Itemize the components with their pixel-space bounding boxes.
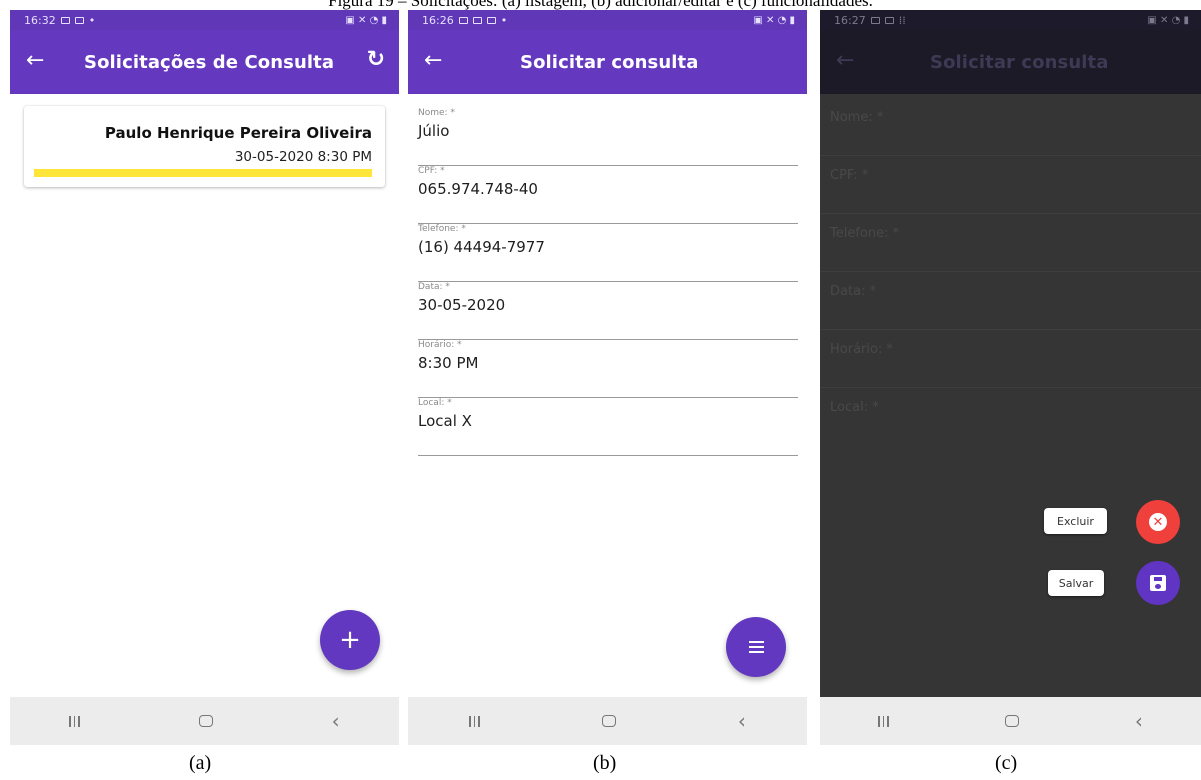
- system-nav-bar: ‹: [820, 697, 1201, 745]
- delete-label[interactable]: Excluir: [1044, 508, 1107, 534]
- back-arrow-icon[interactable]: ←: [424, 48, 442, 74]
- time-field[interactable]: Horário: * 8:30 PM: [418, 340, 798, 398]
- location-field: Local: *: [820, 388, 1201, 446]
- system-icons: ▣ ✕ ◔ ▮: [753, 14, 795, 26]
- name-field[interactable]: Nome: * Júlio: [418, 108, 798, 166]
- dot-icon: •: [500, 13, 508, 27]
- recent-apps-icon[interactable]: [878, 715, 889, 727]
- caption-c: (c): [995, 752, 1018, 774]
- field-label: Nome: *: [830, 110, 884, 125]
- appointment-datetime: 30-05-2020 8:30 PM: [234, 149, 372, 165]
- notification-icon: [884, 16, 894, 24]
- field-label: Telefone: *: [830, 226, 900, 241]
- field-label: Local: *: [830, 400, 879, 415]
- home-icon[interactable]: [601, 715, 616, 727]
- field-label: Data: *: [830, 284, 877, 299]
- caption-a: (a): [189, 752, 212, 774]
- field-label: CPF: *: [418, 166, 445, 176]
- notification-icon: [74, 16, 84, 24]
- field-label: Horário: *: [418, 340, 462, 350]
- add-button[interactable]: +: [320, 610, 380, 670]
- status-bar: 16:26 • ▣ ✕ ◔ ▮: [408, 10, 807, 30]
- system-nav-bar: ‹: [10, 697, 399, 745]
- home-icon[interactable]: [1004, 715, 1019, 727]
- location-field[interactable]: Local: * Local X: [418, 398, 798, 456]
- field-value: 065.974.748-40: [418, 180, 538, 198]
- notification-icon: [458, 16, 468, 24]
- caption-b: (b): [593, 752, 617, 774]
- field-value: (16) 44494-7977: [418, 238, 545, 256]
- date-field[interactable]: Data: * 30-05-2020: [418, 282, 798, 340]
- phone-field[interactable]: Telefone: * (16) 44494-7977: [418, 224, 798, 282]
- phone-screen-form: 16:26 • ▣ ✕ ◔ ▮ ← Solicitar consulta Nom…: [408, 10, 807, 745]
- appointment-card[interactable]: Paulo Henrique Pereira Oliveira 30-05-20…: [24, 106, 385, 187]
- back-arrow-icon: ←: [836, 48, 855, 73]
- actions-menu-button[interactable]: [726, 617, 786, 677]
- status-time: 16:27: [834, 13, 866, 27]
- date-field: Data: *: [820, 272, 1201, 330]
- phone-screen-actions: 16:27 ⁞⁞ ▣ ✕ ◔ ▮ ← Solicitar consulta No…: [820, 10, 1201, 745]
- field-value: Júlio: [418, 122, 450, 140]
- save-button[interactable]: [1136, 561, 1180, 605]
- status-time: 16:32: [24, 13, 56, 27]
- field-label: Data: *: [418, 282, 450, 292]
- field-label: Telefone: *: [418, 224, 466, 234]
- page-title: Solicitações de Consulta: [84, 51, 335, 73]
- system-icons: ▣ ✕ ◔ ▮: [345, 14, 387, 26]
- dot-icon: •: [88, 13, 96, 27]
- field-label: Horário: *: [830, 342, 893, 357]
- system-nav-bar: ‹: [408, 697, 807, 745]
- field-label: Local: *: [418, 398, 452, 408]
- field-label: Nome: *: [418, 108, 455, 118]
- time-field: Horário: *: [820, 330, 1201, 388]
- nav-back-icon[interactable]: ‹: [738, 709, 746, 733]
- system-icons: ▣ ✕ ◔ ▮: [1147, 14, 1189, 26]
- phone-screen-list: 16:32 • ▣ ✕ ◔ ▮ ← Solicitações de Consul…: [10, 10, 399, 745]
- refresh-icon[interactable]: ↻: [367, 47, 385, 72]
- back-arrow-icon[interactable]: ←: [26, 48, 44, 74]
- app-bar: ← Solicitar consulta: [820, 30, 1201, 94]
- save-label[interactable]: Salvar: [1048, 570, 1104, 596]
- nav-back-icon[interactable]: ‹: [1135, 709, 1143, 733]
- field-value: 8:30 PM: [418, 354, 479, 372]
- notification-icon: [870, 16, 880, 24]
- status-time: 16:26: [422, 13, 454, 27]
- page-title: Solicitar consulta: [930, 51, 1109, 73]
- app-bar: ← Solicitações de Consulta ↻: [10, 30, 399, 94]
- field-label: CPF: *: [830, 168, 869, 183]
- notification-icon: [486, 16, 496, 24]
- cpf-field: CPF: *: [820, 156, 1201, 214]
- status-indicator-bar: [34, 169, 372, 177]
- name-field: Nome: *: [820, 98, 1201, 156]
- home-icon[interactable]: [198, 715, 213, 727]
- recent-apps-icon[interactable]: [469, 715, 480, 727]
- phone-field: Telefone: *: [820, 214, 1201, 272]
- notification-icon: [60, 16, 70, 24]
- dots-icon: ⁞⁞: [898, 13, 906, 27]
- close-circle-icon: ✕: [1149, 513, 1167, 531]
- status-bar: 16:27 ⁞⁞ ▣ ✕ ◔ ▮: [820, 10, 1201, 30]
- recent-apps-icon[interactable]: [69, 715, 80, 727]
- save-icon: [1150, 575, 1166, 591]
- status-bar: 16:32 • ▣ ✕ ◔ ▮: [10, 10, 399, 30]
- plus-icon: +: [339, 625, 361, 655]
- delete-button[interactable]: ✕: [1136, 500, 1180, 544]
- menu-icon: [748, 641, 764, 653]
- patient-name: Paulo Henrique Pereira Oliveira: [104, 124, 372, 142]
- notification-icon: [472, 16, 482, 24]
- app-bar: ← Solicitar consulta: [408, 30, 807, 94]
- cpf-field[interactable]: CPF: * 065.974.748-40: [418, 166, 798, 224]
- field-value: 30-05-2020: [418, 296, 506, 314]
- nav-back-icon[interactable]: ‹: [332, 709, 340, 733]
- field-value: Local X: [418, 412, 472, 430]
- page-title: Solicitar consulta: [520, 51, 699, 73]
